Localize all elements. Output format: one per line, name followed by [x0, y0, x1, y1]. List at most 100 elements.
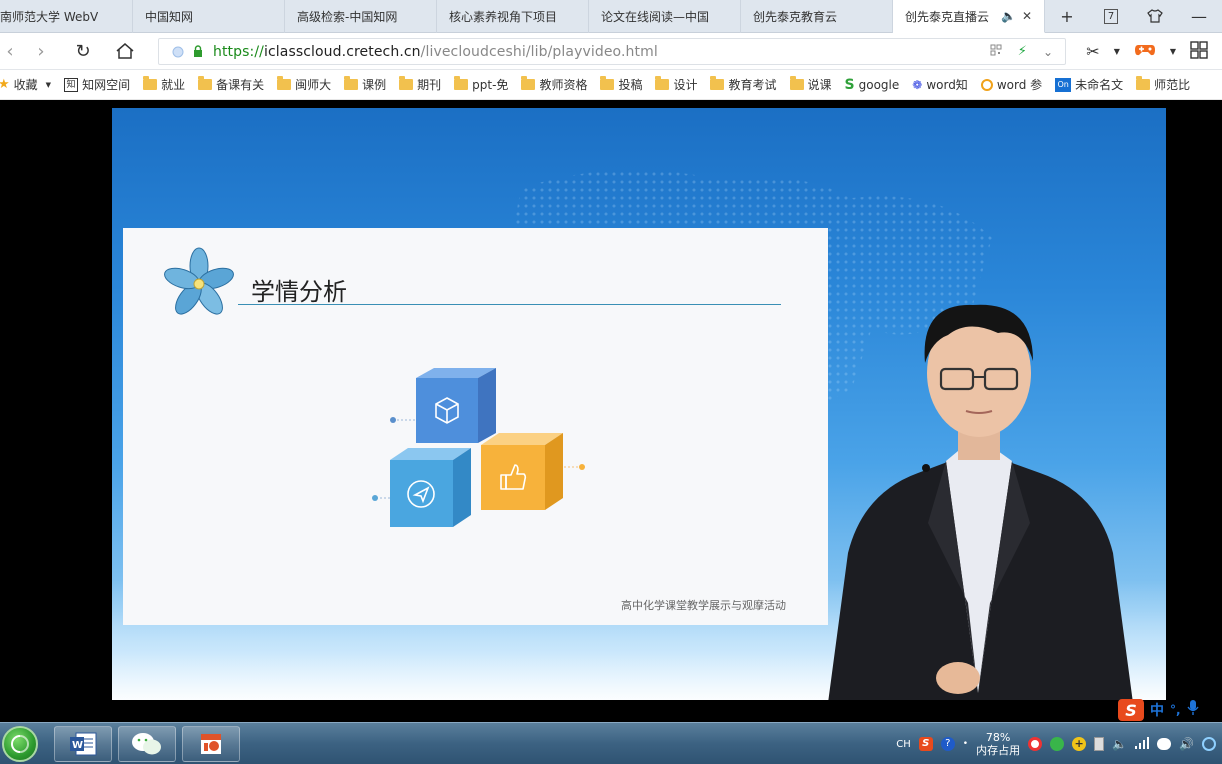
bookmark-item[interactable]: 备课有关	[198, 76, 264, 93]
bookmark-item[interactable]: 设计	[655, 76, 697, 93]
home-icon[interactable]	[104, 33, 146, 70]
bookmark-item[interactable]: ❁ word知	[912, 76, 968, 93]
onenote-icon: On	[1055, 77, 1072, 92]
tab-2[interactable]: 中国知网	[133, 0, 285, 33]
close-tab-icon[interactable]: ✕	[1022, 9, 1032, 23]
sogou-ime-icon[interactable]: S	[1118, 699, 1144, 721]
clock-icon[interactable]	[1202, 737, 1216, 751]
wechat-tray-icon[interactable]	[1157, 738, 1172, 750]
microphone-icon[interactable]	[1186, 700, 1199, 720]
usb-device-icon[interactable]	[1094, 737, 1105, 751]
slide-title: 学情分析	[251, 278, 347, 306]
tab-label: 核心素养视角下项目	[449, 10, 558, 24]
bookmark-item[interactable]: Sgoogle	[845, 77, 900, 93]
back-icon[interactable]: ‹	[0, 33, 20, 70]
folder-icon	[277, 76, 292, 90]
tab-1[interactable]: 南师范大学 WebV	[0, 0, 133, 33]
bookmark-item[interactable]: On 未命名文	[1055, 76, 1123, 93]
start-button[interactable]	[2, 725, 38, 762]
dropdown-arrow-icon[interactable]: ▼	[46, 81, 51, 89]
ime-settings-icon[interactable]: •	[963, 739, 968, 749]
sogou-tray-icon[interactable]: S	[918, 737, 933, 751]
bookmark-item[interactable]: 期刊	[399, 76, 441, 93]
bookmark-item[interactable]: 知 知网空间	[64, 76, 130, 93]
dropdown-arrow-icon[interactable]: ▼	[1114, 47, 1120, 56]
volume-tray-icon[interactable]: 🔈	[1112, 737, 1127, 751]
bookmark-label: 说课	[807, 78, 832, 92]
tab-counter: 7	[1104, 8, 1118, 24]
url-scheme: https://	[213, 43, 264, 60]
video-player[interactable]: 学情分析 高中化学课堂教学展示与观摩活动	[112, 108, 1166, 700]
bookmark-item[interactable]: ppt-免	[454, 76, 508, 93]
bookmark-label: 课例	[362, 78, 387, 92]
help-icon[interactable]: ?	[940, 737, 955, 751]
bookmark-item[interactable]: 教育考试	[710, 76, 777, 93]
bookmark-item[interactable]: 就业	[143, 76, 185, 93]
lightning-icon[interactable]: ⚡	[1018, 44, 1027, 59]
language-indicator[interactable]: CH	[896, 739, 911, 750]
bookmark-label: 收藏	[13, 78, 38, 92]
folder-icon	[454, 76, 469, 90]
wechat-taskbar-button[interactable]	[118, 725, 176, 762]
bookmarks-bar: ★ 收藏 ▼ 知 知网空间 就业 备课有关 闽师大 课例 期刊 ppt-免 教师…	[0, 70, 1222, 100]
tab-3[interactable]: 高级检索-中国知网	[285, 0, 437, 33]
folder-icon	[655, 76, 670, 90]
tab-5[interactable]: 论文在线阅读—中国	[589, 0, 741, 33]
green-circle-icon[interactable]	[1050, 737, 1065, 751]
bookmark-item[interactable]: 课例	[344, 76, 386, 93]
network-signal-icon[interactable]	[1135, 736, 1150, 752]
folder-icon	[521, 76, 536, 90]
bookmark-item[interactable]: 投稿	[600, 76, 642, 93]
powerpoint-taskbar-button[interactable]	[182, 725, 240, 762]
address-row: ‹ › ↻ https://iclasscloud.cretech.cn/liv…	[0, 33, 1222, 70]
bookmark-label: 投稿	[618, 78, 643, 92]
bookmark-item[interactable]: 闽师大	[277, 76, 331, 93]
ime-punct[interactable]: °,	[1170, 703, 1181, 717]
game-controller-icon[interactable]	[1134, 42, 1156, 61]
bookmark-label: 闽师大	[295, 78, 332, 92]
star-icon: ★	[0, 77, 10, 92]
url-box[interactable]: https://iclasscloud.cretech.cn/livecloud…	[158, 38, 1066, 65]
tab-label: 中国知网	[145, 10, 194, 24]
apps-grid-icon[interactable]	[1190, 40, 1208, 63]
word-taskbar-button[interactable]: W	[54, 725, 112, 762]
tab-4[interactable]: 核心素养视角下项目	[437, 0, 589, 33]
ime-toolbar[interactable]: S 中 °,	[1118, 698, 1222, 722]
speaker-tray-icon[interactable]: 🔊	[1179, 737, 1194, 751]
dropdown-arrow-icon[interactable]: ▼	[1170, 47, 1176, 56]
memory-label: 内存占用	[976, 744, 1021, 757]
bookmark-label: word 参	[996, 78, 1043, 92]
browser-tab-bar: 南师范大学 WebV 中国知网 高级检索-中国知网 核心素养视角下项目 论文在线…	[0, 0, 1222, 33]
shirt-skin-icon[interactable]	[1133, 0, 1177, 33]
chevron-down-icon[interactable]: ⌄	[1043, 45, 1053, 59]
refresh-icon[interactable]: ↻	[62, 33, 104, 70]
bookmark-item[interactable]: 说课	[789, 76, 832, 93]
cube-box	[481, 433, 563, 510]
bookmark-label: 教师资格	[539, 78, 588, 92]
bookmark-item[interactable]: 师范比	[1136, 76, 1190, 93]
qr-code-icon[interactable]	[990, 44, 1002, 59]
security-shield-icon[interactable]	[167, 46, 189, 58]
memory-usage[interactable]: 78% 内存占用	[976, 731, 1020, 757]
bookmark-favorites[interactable]: ★ 收藏 ▼	[0, 76, 51, 93]
bookmark-label: 师范比	[1154, 78, 1191, 92]
folder-icon	[789, 76, 804, 90]
bookmark-label: 未命名文	[1075, 78, 1124, 92]
plus-shield-icon[interactable]: +	[1072, 737, 1087, 751]
minimize-button[interactable]: —	[1177, 0, 1221, 33]
bookmark-item[interactable]: word 参	[980, 76, 1043, 93]
forward-icon[interactable]: ›	[20, 33, 62, 70]
record-icon[interactable]	[1028, 737, 1043, 751]
ime-mode[interactable]: 中	[1150, 700, 1164, 720]
presenter-figure	[828, 304, 1133, 700]
speaker-icon[interactable]: 🔈	[1001, 9, 1016, 23]
google-s-icon: S	[844, 76, 855, 93]
search-o-icon	[980, 78, 993, 91]
new-tab-button[interactable]: +	[1045, 0, 1089, 33]
tab-7-active[interactable]: 创先泰克直播云 🔈 ✕	[893, 0, 1045, 33]
tab-counter-button[interactable]: 7	[1089, 0, 1133, 33]
tab-6[interactable]: 创先泰克教育云	[741, 0, 893, 33]
powerpoint-icon	[201, 733, 221, 754]
bookmark-item[interactable]: 教师资格	[521, 76, 587, 93]
scissors-icon[interactable]: ✂	[1086, 42, 1099, 61]
